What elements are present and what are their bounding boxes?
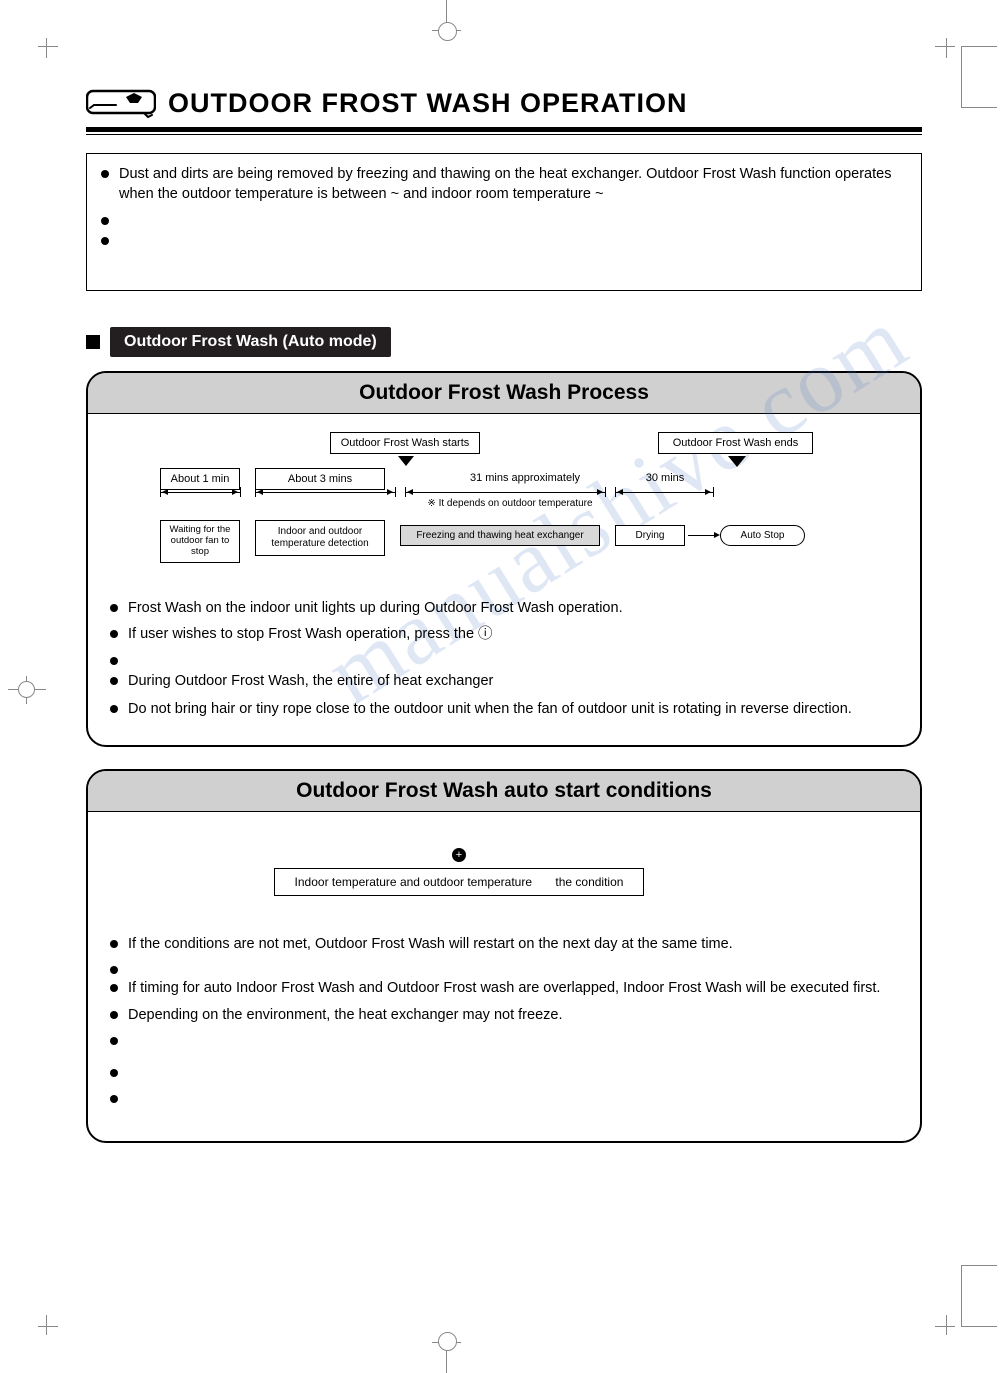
cond-left-text: Indoor temperature and outdoor temperatu…: [295, 875, 532, 889]
intro-bullet: Dust and dirts are being removed by free…: [101, 164, 907, 205]
process-diagram: Outdoor Frost Wash starts Outdoor Frost …: [140, 432, 888, 572]
ac-unit-icon: [86, 85, 156, 121]
conditions-bullet: Depending on the environment, the heat e…: [110, 1005, 898, 1025]
process-box: Outdoor Frost Wash Process Outdoor Frost…: [86, 371, 922, 747]
label-starts: Outdoor Frost Wash starts: [330, 432, 480, 454]
title-row: OUTDOOR FROST WASH OPERATION: [86, 85, 922, 121]
process-bullet: During Outdoor Frost Wash, the entire of…: [110, 671, 898, 691]
label-depends: ※ It depends on outdoor temperature: [410, 498, 610, 509]
conditions-title: Outdoor Frost Wash auto start conditions: [88, 771, 920, 812]
label-freezing: Freezing and thawing heat exchanger: [400, 525, 600, 546]
intro-bullet: [101, 211, 907, 225]
label-drying: Drying: [615, 525, 685, 546]
label-about3mins: About 3 mins: [255, 468, 385, 490]
process-title: Outdoor Frost Wash Process: [88, 373, 920, 414]
conditions-bullet: [110, 960, 898, 972]
plus-icon: +: [452, 848, 466, 862]
label-detection: Indoor and outdoor temperature detection: [255, 520, 385, 556]
conditions-box: Outdoor Frost Wash auto start conditions…: [86, 769, 922, 1143]
intro-bullet: [101, 231, 907, 245]
conditions-bullet: If the conditions are not met, Outdoor F…: [110, 934, 898, 954]
label-30mins: 30 mins: [630, 472, 700, 484]
section-square-icon: [86, 335, 100, 349]
conditions-bullet: If timing for auto Indoor Frost Wash and…: [110, 978, 898, 998]
process-bullet: [110, 651, 898, 663]
label-autostop: Auto Stop: [720, 525, 805, 546]
process-bullets: Frost Wash on the indoor unit lights up …: [110, 598, 898, 719]
section-tab: Outdoor Frost Wash (Auto mode): [110, 327, 391, 357]
label-ends: Outdoor Frost Wash ends: [658, 432, 813, 454]
label-31mins: 31 mins approximately: [440, 472, 610, 484]
conditions-bullet: [110, 1063, 898, 1083]
intro-box: Dust and dirts are being removed by free…: [86, 153, 922, 291]
section-header: Outdoor Frost Wash (Auto mode): [86, 327, 922, 357]
conditions-bullet: [110, 1089, 898, 1115]
label-about1min: About 1 min: [160, 468, 240, 490]
label-waiting: Waiting for the outdoor fan to stop: [160, 520, 240, 563]
process-bullet-text: If user wishes to stop Frost Wash operat…: [128, 626, 493, 642]
conditions-diagram: + Indoor temperature and outdoor tempera…: [274, 848, 734, 918]
process-bullet: If user wishes to stop Frost Wash operat…: [110, 624, 898, 644]
cond-right-text: the condition: [555, 875, 623, 889]
conditions-bullets: If the conditions are not met, Outdoor F…: [110, 934, 898, 1115]
process-bullet: Frost Wash on the indoor unit lights up …: [110, 598, 898, 618]
page-title: OUTDOOR FROST WASH OPERATION: [168, 88, 688, 119]
process-bullet: Do not bring hair or tiny rope close to …: [110, 699, 898, 719]
conditions-bullet: [110, 1031, 898, 1057]
